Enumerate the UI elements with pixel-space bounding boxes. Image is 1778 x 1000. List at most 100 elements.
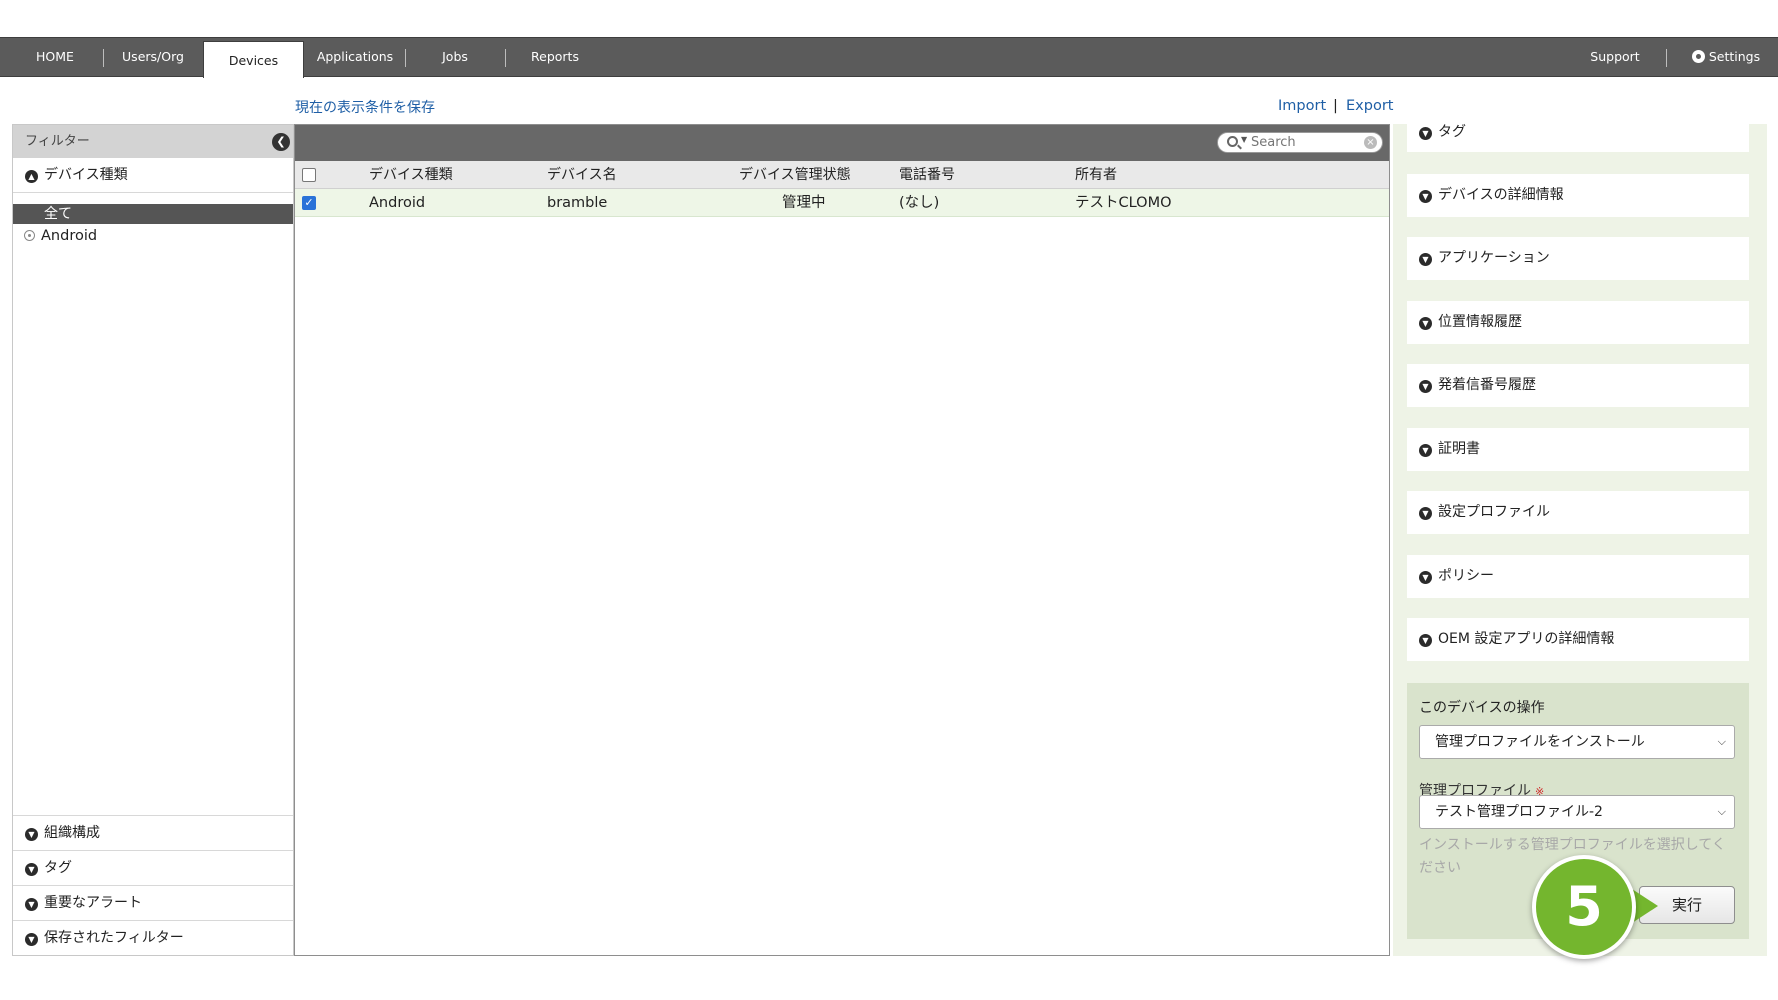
section-tag[interactable]: ▼ タグ [1407,124,1749,152]
chevron-down-circle-icon: ▼ [1419,380,1432,393]
column-header-owner[interactable]: 所有者 [1075,161,1117,189]
cell-phone: (なし) [899,195,940,211]
import-export-separator: | [1333,98,1338,114]
nav-devices[interactable]: Devices [203,41,304,78]
filter-header: フィルター ❮ [13,125,293,158]
section-oem-config[interactable]: ▼ OEM 設定アプリの詳細情報 [1407,618,1749,661]
device-type-all[interactable]: 全て [13,204,293,224]
chevron-down-circle-icon: ▼ [25,863,38,876]
filter-section-label: タグ [44,860,72,876]
column-header-status[interactable]: デバイス管理状態 [739,161,851,189]
section-device-details[interactable]: ▼ デバイスの詳細情報 [1407,174,1749,217]
nav-separator [103,49,104,67]
nav-reports[interactable]: Reports [520,38,590,76]
table-row[interactable]: ✓ Android bramble 管理中 (なし) テストCLOMO [295,189,1389,217]
filter-title: フィルター [25,134,90,149]
nav-home[interactable]: HOME [20,38,90,76]
filter-bottom-sections: ▼ 組織構成 ▼ タグ ▼ 重要なアラート ▼ 保存されたフィルター [13,815,293,955]
save-view-link[interactable]: 現在の表示条件を保存 [295,97,435,117]
section-config-profiles[interactable]: ▼ 設定プロファイル [1407,491,1749,534]
operation-select-value: 管理プロファイルをインストール [1435,734,1645,750]
section-applications[interactable]: ▼ アプリケーション [1407,237,1749,280]
device-type-android[interactable]: Android [24,226,97,246]
column-header-name[interactable]: デバイス名 [547,161,617,189]
device-detail-panel: ▼ タグ ▼ デバイスの詳細情報 ▼ アプリケーション ▼ 位置情報履歴 ▼ 発着信番号履… [1393,124,1767,956]
device-type-label: Android [41,228,98,244]
nav-settings[interactable]: Settings [1680,38,1772,76]
section-call-history[interactable]: ▼ 発着信番号履歴 [1407,364,1749,407]
gear-icon [1691,50,1705,63]
chevron-down-circle-icon: ▼ [1419,507,1432,520]
section-label: 設定プロファイル [1438,504,1550,520]
chevron-down-icon: ⌵ [1717,735,1726,748]
section-location-history[interactable]: ▼ 位置情報履歴 [1407,301,1749,344]
operations-title: このデバイスの操作 [1419,700,1545,716]
search-box[interactable]: ▼ × [1217,132,1383,153]
section-label: 位置情報履歴 [1438,314,1522,330]
cell-device-type: Android [369,195,426,211]
chevron-down-circle-icon: ▼ [1419,253,1432,266]
chevron-down-circle-icon: ▼ [1419,127,1432,140]
operation-select[interactable]: 管理プロファイルをインストール ⌵ [1419,725,1735,759]
cell-owner: テストCLOMO [1075,195,1172,211]
chevron-down-circle-icon: ▼ [1419,571,1432,584]
chevron-down-circle-icon: ▼ [1419,190,1432,203]
import-link[interactable]: Import [1278,98,1326,114]
section-label: デバイスの詳細情報 [1438,187,1564,203]
nav-applications[interactable]: Applications [312,38,398,76]
cell-device-name[interactable]: bramble [547,189,607,217]
nav-separator [1666,49,1667,67]
chevron-down-circle-icon: ▼ [1419,444,1432,457]
section-policy[interactable]: ▼ ポリシー [1407,555,1749,598]
clear-icon[interactable]: × [1364,136,1377,149]
filter-section-label: 保存されたフィルター [44,930,184,946]
filter-panel: フィルター ❮ ▲ デバイス種類 全て Android ▼ 組織構成 ▼ タグ ▼ 重要… [12,124,294,956]
chevron-down-circle-icon: ▼ [1419,317,1432,330]
filter-section-org[interactable]: ▼ 組織構成 [13,815,293,850]
filter-section-label: 重要なアラート [44,895,142,911]
search-options-caret-icon[interactable]: ▼ [1241,135,1247,144]
table-header-row: デバイス種類 デバイス名 デバイス管理状態 電話番号 所有者 [295,161,1389,189]
chevron-down-icon: ⌵ [1717,805,1726,818]
top-navbar: HOME Users/Org Devices Applications Jobs… [0,37,1778,78]
search-icon[interactable] [1227,136,1238,147]
nav-users-org[interactable]: Users/Org [112,38,194,76]
filter-section-saved[interactable]: ▼ 保存されたフィルター [13,920,293,955]
collapse-left-icon[interactable]: ❮ [272,133,290,151]
profile-select-value: テスト管理プロファイル-2 [1435,804,1603,820]
row-checkbox[interactable]: ✓ [302,196,316,210]
section-label: 発着信番号履歴 [1438,377,1536,393]
export-link[interactable]: Export [1346,98,1393,114]
nav-separator [505,49,506,67]
profile-select[interactable]: テスト管理プロファイル-2 ⌵ [1419,795,1735,829]
step-number-badge: 5 [1532,855,1636,959]
cell-status: 管理中 [782,195,826,211]
nav-support[interactable]: Support [1580,38,1650,76]
section-label: タグ [1438,124,1466,140]
chevron-down-circle-icon: ▼ [25,898,38,911]
column-header-phone[interactable]: 電話番号 [899,161,955,189]
table-toolbar: ▼ × [295,125,1389,161]
select-all-checkbox[interactable] [302,168,316,182]
search-input[interactable] [1251,134,1361,151]
filter-section-label: 組織構成 [44,825,100,841]
section-label: OEM 設定アプリの詳細情報 [1438,631,1615,647]
section-label: ポリシー [1438,568,1494,584]
filter-section-alerts[interactable]: ▼ 重要なアラート [13,885,293,920]
section-label: アプリケーション [1438,250,1550,266]
filter-section-label: デバイス種類 [44,167,128,183]
filter-section-tag[interactable]: ▼ タグ [13,850,293,885]
radio-icon [24,230,35,241]
nav-jobs[interactable]: Jobs [420,38,490,76]
chevron-up-circle-icon: ▲ [25,170,38,183]
chevron-down-circle-icon: ▼ [1419,634,1432,647]
section-label: 証明書 [1438,441,1480,457]
column-header-type[interactable]: デバイス種類 [369,161,453,189]
nav-separator [405,49,406,67]
nav-settings-label: Settings [1708,49,1761,64]
chevron-down-circle-icon: ▼ [25,933,38,946]
filter-section-device-type[interactable]: ▲ デバイス種類 [13,158,293,193]
section-certificates[interactable]: ▼ 証明書 [1407,428,1749,471]
device-table-panel: ▼ × デバイス種類 デバイス名 デバイス管理状態 電話番号 所有者 ✓ And… [294,124,1390,956]
chevron-down-circle-icon: ▼ [25,828,38,841]
